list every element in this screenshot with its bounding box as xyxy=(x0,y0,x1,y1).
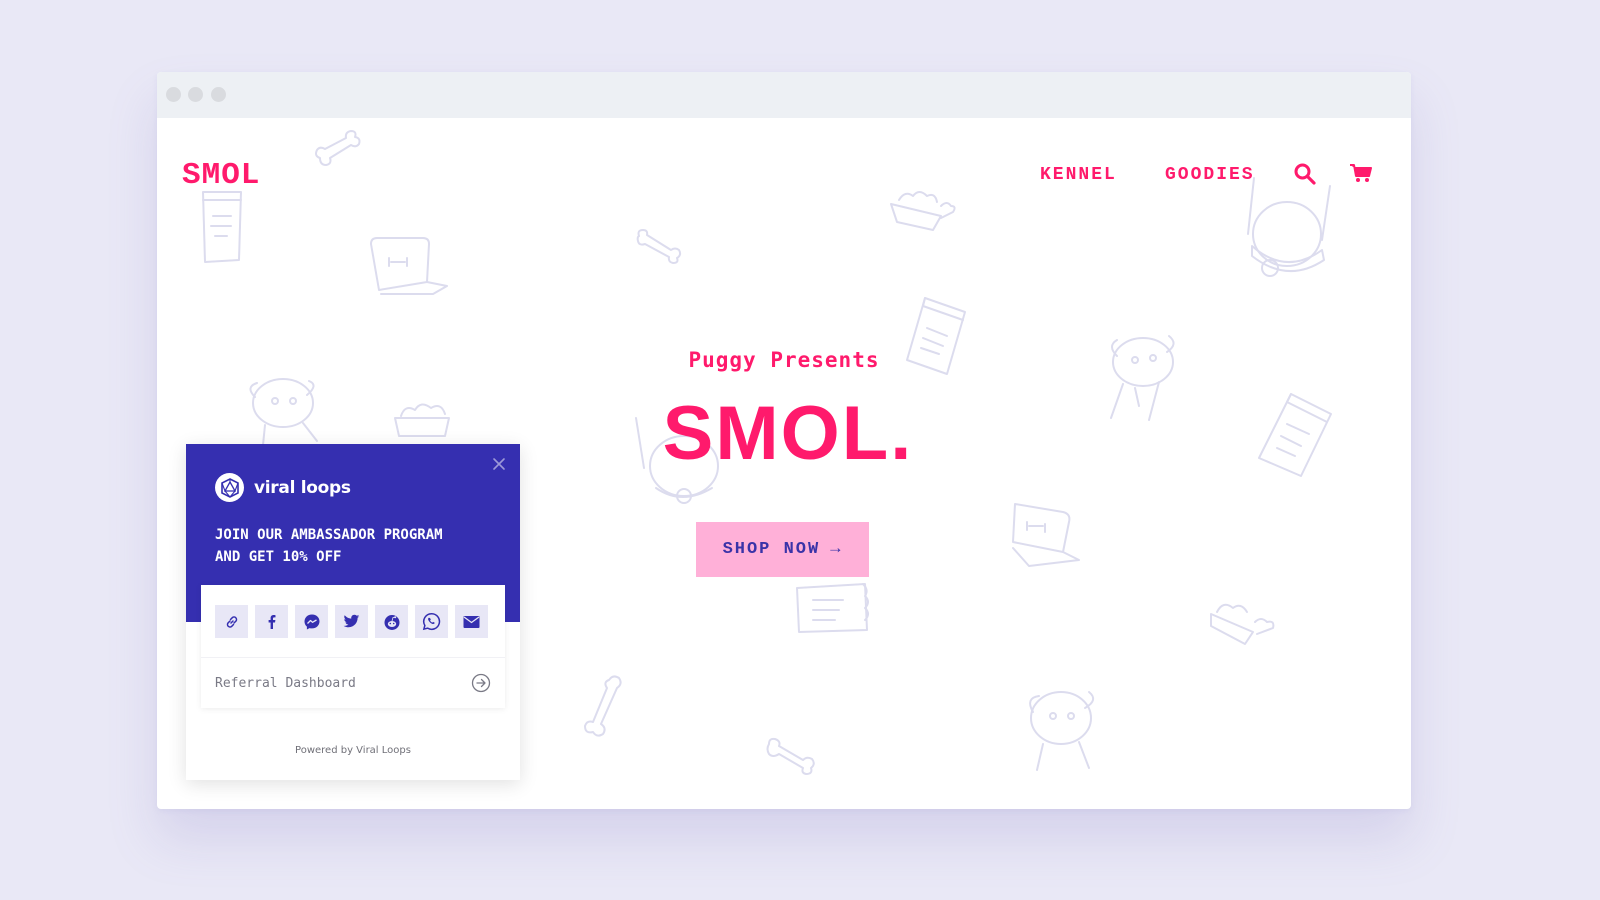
window-minimize-dot[interactable] xyxy=(188,87,203,102)
bone-doodle xyxy=(312,128,362,168)
close-icon xyxy=(493,458,505,470)
referral-dashboard-link[interactable]: Referral Dashboard xyxy=(215,672,491,694)
messenger-icon xyxy=(304,614,319,629)
laptop-doodle xyxy=(1009,498,1084,573)
share-twitter-button[interactable] xyxy=(335,605,368,638)
share-email-button[interactable] xyxy=(455,605,488,638)
search-button[interactable] xyxy=(1293,162,1317,190)
arrow-right-icon: → xyxy=(830,540,843,559)
share-facebook-button[interactable] xyxy=(255,605,288,638)
share-messenger-button[interactable] xyxy=(295,605,328,638)
share-buttons xyxy=(215,605,488,638)
arrow-circle-right-icon xyxy=(471,673,491,693)
close-button[interactable] xyxy=(491,456,507,472)
referral-dashboard-label: Referral Dashboard xyxy=(215,675,356,691)
headline-line-1: JOIN OUR AMBASSADOR PROGRAM xyxy=(215,527,443,543)
share-card: Referral Dashboard xyxy=(201,585,505,708)
food-bowl-doodle xyxy=(885,178,960,233)
bone-doodle xyxy=(761,736,821,776)
link-icon xyxy=(226,615,237,628)
hero-subtitle: Puggy Presents xyxy=(688,348,880,372)
nav-goodies[interactable]: GOODIES xyxy=(1165,165,1255,185)
share-copy-link-button[interactable] xyxy=(215,605,248,638)
share-whatsapp-button[interactable] xyxy=(415,605,448,638)
treat-bag-doodle xyxy=(197,186,247,266)
reddit-icon xyxy=(384,614,399,630)
viral-loops-brand: viral loops xyxy=(215,473,351,502)
shop-now-button[interactable]: SHOP NOW → xyxy=(696,522,869,577)
pug-astronaut-doodle xyxy=(1242,174,1332,289)
laptop-doodle xyxy=(367,234,452,299)
window-close-dot[interactable] xyxy=(166,87,181,102)
widget-headline: JOIN OUR AMBASSADOR PROGRAM AND GET 10% … xyxy=(215,524,505,568)
nav-kennel[interactable]: KENNEL xyxy=(1040,165,1117,185)
referral-widget: viral loops JOIN OUR AMBASSADOR PROGRAM … xyxy=(186,444,520,780)
whatsapp-icon xyxy=(422,612,441,631)
viral-loops-name: viral loops xyxy=(254,477,351,498)
shop-now-label: SHOP NOW xyxy=(722,540,821,559)
bone-doodle xyxy=(633,228,685,264)
share-reddit-button[interactable] xyxy=(375,605,408,638)
food-bowl-doodle xyxy=(1207,588,1282,648)
bone-doodle xyxy=(577,674,627,744)
cart-icon xyxy=(1350,164,1372,182)
search-icon xyxy=(1294,163,1316,185)
viral-loops-logo-icon xyxy=(215,473,244,502)
cart-button[interactable] xyxy=(1349,162,1373,188)
facebook-icon xyxy=(268,614,275,629)
headline-line-2: AND GET 10% OFF xyxy=(215,549,342,565)
powered-by-label[interactable]: Powered by Viral Loops xyxy=(186,745,520,756)
site-logo[interactable]: SMOL xyxy=(182,158,260,193)
twitter-icon xyxy=(343,614,360,628)
browser-titlebar xyxy=(157,72,1411,118)
card-divider xyxy=(201,657,505,658)
pug-doodle xyxy=(1023,686,1103,776)
window-maximize-dot[interactable] xyxy=(211,87,226,102)
email-icon xyxy=(463,615,480,628)
treat-bag-doodle xyxy=(793,580,873,635)
